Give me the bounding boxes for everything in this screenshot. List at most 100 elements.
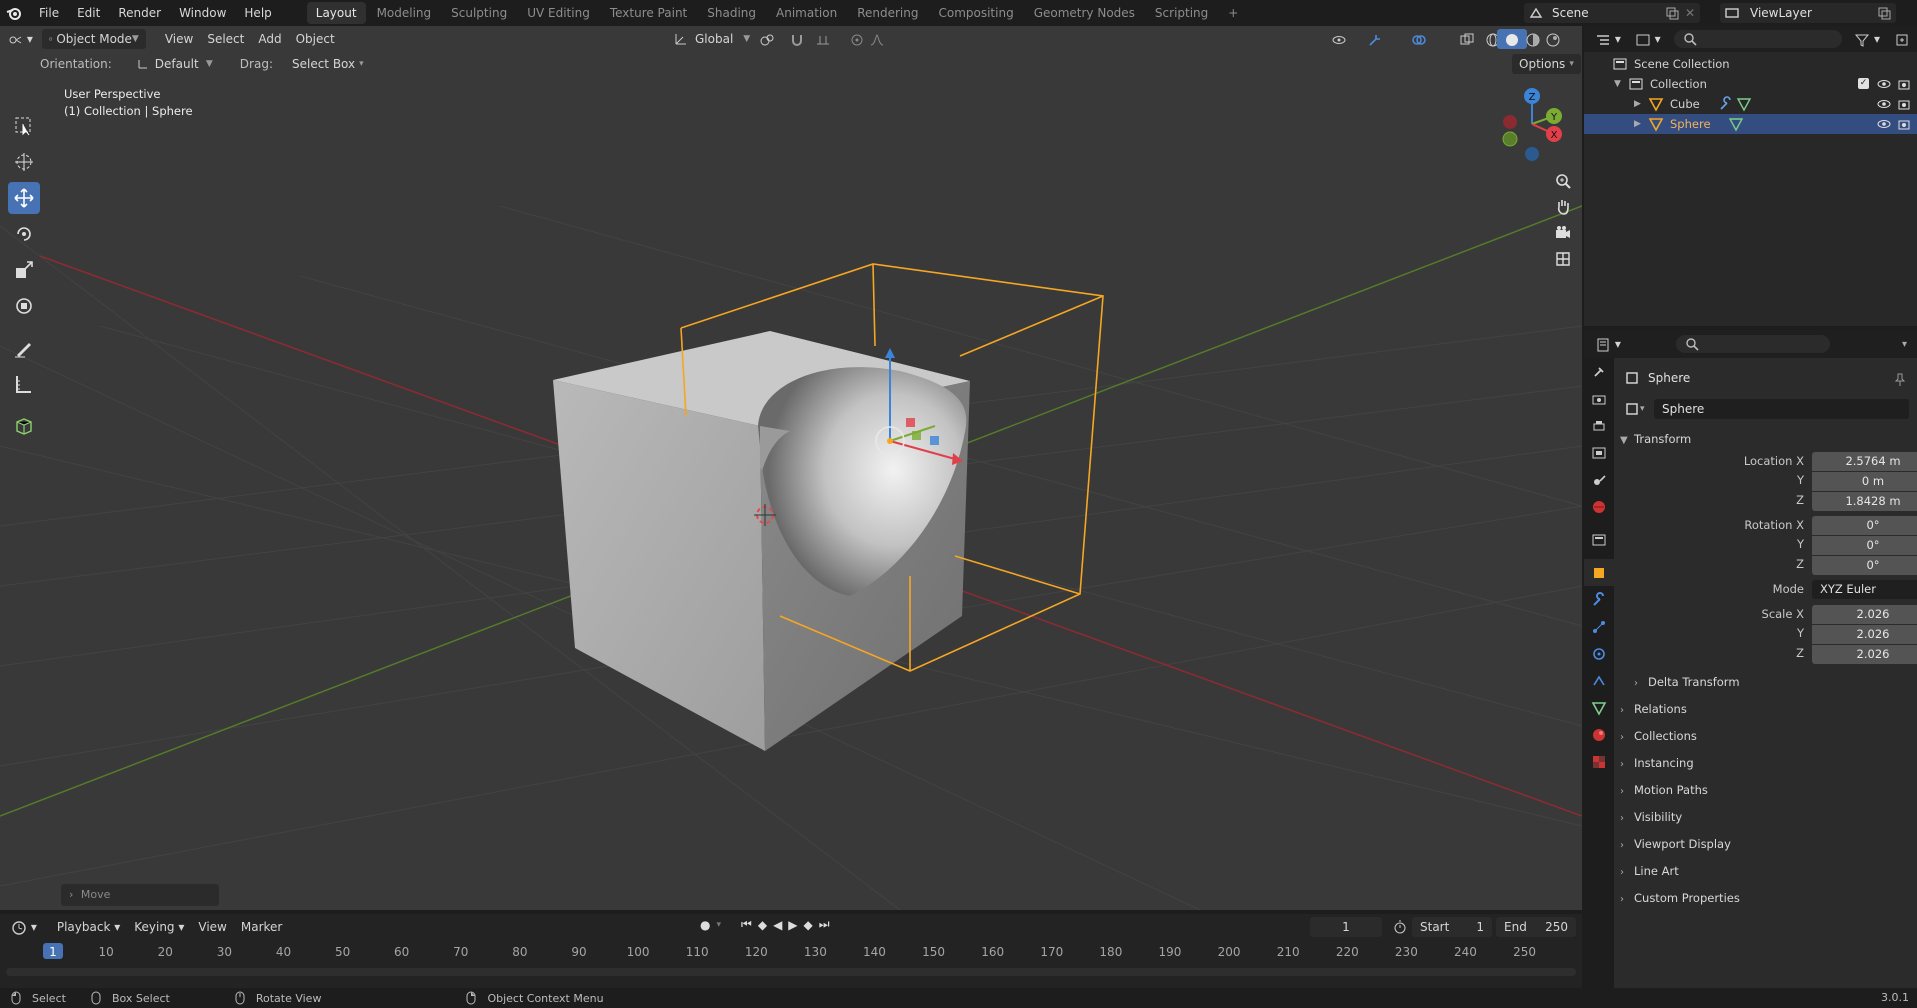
copy-view-layer-icon[interactable] bbox=[1876, 5, 1892, 21]
record-button[interactable]: ● bbox=[700, 918, 710, 932]
custom-properties-panel-header[interactable]: › Custom Properties bbox=[1620, 887, 1910, 909]
tab-constraints[interactable] bbox=[1584, 667, 1614, 694]
tab-rendering[interactable]: Rendering bbox=[848, 2, 927, 24]
visibility-panel-header[interactable]: › Visibility bbox=[1620, 806, 1910, 828]
eye-icon[interactable] bbox=[1876, 76, 1892, 92]
visibility-dropdown[interactable] bbox=[1324, 29, 1354, 49]
collections-panel-header[interactable]: › Collections bbox=[1620, 725, 1910, 747]
play-button[interactable]: ▶ bbox=[788, 918, 797, 932]
tab-view-layer[interactable] bbox=[1584, 439, 1614, 466]
motion-paths-panel-header[interactable]: › Motion Paths bbox=[1620, 779, 1910, 801]
camera-view-button[interactable] bbox=[1550, 220, 1576, 246]
menu-help[interactable]: Help bbox=[235, 0, 280, 26]
menu-add[interactable]: Add bbox=[251, 29, 288, 49]
location-x-field[interactable]: 2.5764 m bbox=[1812, 452, 1917, 471]
ortho-toggle-button[interactable] bbox=[1550, 246, 1576, 272]
tab-modifiers[interactable] bbox=[1584, 586, 1614, 613]
rotation-x-field[interactable]: 0° bbox=[1812, 516, 1917, 535]
expand-right-icon[interactable]: ▶ bbox=[1634, 114, 1641, 134]
menu-playback[interactable]: Playback ▾ bbox=[50, 917, 127, 937]
render-camera-icon[interactable] bbox=[1896, 76, 1912, 92]
tab-shading[interactable]: Shading bbox=[698, 2, 765, 24]
expand-right-icon[interactable]: ▶ bbox=[1634, 94, 1641, 114]
tool-select-box[interactable] bbox=[8, 110, 40, 142]
tool-scale[interactable] bbox=[8, 254, 40, 286]
prev-keyframe-button[interactable]: ◆ bbox=[758, 918, 767, 932]
view-layer-selector[interactable]: ViewLayer bbox=[1720, 3, 1896, 23]
tab-world[interactable] bbox=[1584, 493, 1614, 520]
jump-end-button[interactable]: ⏭ bbox=[819, 917, 830, 932]
overlays-toggle[interactable] bbox=[1404, 29, 1434, 49]
tab-sculpting[interactable]: Sculpting bbox=[442, 2, 516, 24]
outliner-row-scene-collection[interactable]: Scene Collection bbox=[1584, 54, 1917, 74]
chevron-down-icon[interactable]: ▾ bbox=[1902, 339, 1907, 350]
render-camera-icon[interactable] bbox=[1896, 116, 1912, 132]
play-reverse-button[interactable]: ◀ bbox=[773, 918, 782, 932]
scale-x-field[interactable]: 2.026 bbox=[1812, 605, 1917, 624]
tab-scene[interactable] bbox=[1584, 466, 1614, 493]
timeline-scrollbar[interactable] bbox=[6, 968, 1576, 976]
timeline-ruler[interactable]: 1 10 20 30 40 50 60 70 80 90 100 110 120 130 140 150 160… bbox=[0, 940, 1582, 962]
scale-z-field[interactable]: 2.026 bbox=[1812, 645, 1917, 664]
tab-geometry-nodes[interactable]: Geometry Nodes bbox=[1025, 2, 1144, 24]
menu-timeline-view[interactable]: View bbox=[191, 917, 233, 937]
menu-file[interactable]: File bbox=[30, 0, 68, 26]
datablock-type-button[interactable]: ▾ bbox=[1624, 401, 1650, 417]
end-frame-field[interactable]: End 250 bbox=[1496, 917, 1576, 937]
rotation-mode-dropdown[interactable]: XYZ Euler ▾ bbox=[1812, 580, 1917, 599]
outliner-editor-type-button[interactable]: ▾ bbox=[1588, 29, 1628, 49]
object-name-field[interactable]: Sphere bbox=[1654, 399, 1909, 419]
tab-scripting[interactable]: Scripting bbox=[1146, 2, 1217, 24]
options-dropdown[interactable]: Options ▾ bbox=[1512, 54, 1581, 74]
zoom-button[interactable] bbox=[1550, 168, 1576, 194]
eye-icon[interactable] bbox=[1876, 96, 1892, 112]
tab-particles[interactable] bbox=[1584, 613, 1614, 640]
exclude-checkbox[interactable]: ✓ bbox=[1858, 78, 1869, 89]
location-z-field[interactable]: 1.8428 m bbox=[1812, 492, 1917, 511]
menu-marker[interactable]: Marker bbox=[234, 917, 289, 937]
tab-tool[interactable] bbox=[1584, 358, 1614, 385]
pin-icon[interactable] bbox=[1892, 372, 1908, 388]
tab-texture[interactable] bbox=[1584, 748, 1614, 775]
tab-output[interactable] bbox=[1584, 412, 1614, 439]
menu-select[interactable]: Select bbox=[200, 29, 251, 49]
eye-icon[interactable] bbox=[1876, 116, 1892, 132]
tab-render[interactable] bbox=[1584, 385, 1614, 412]
tab-compositing[interactable]: Compositing bbox=[929, 2, 1022, 24]
new-collection-button[interactable] bbox=[1887, 29, 1917, 49]
scale-y-field[interactable]: 2.026 bbox=[1812, 625, 1917, 644]
pivot-point-button[interactable] bbox=[752, 29, 782, 49]
expand-down-icon[interactable]: ▼ bbox=[1614, 74, 1621, 94]
copy-scene-icon[interactable] bbox=[1664, 5, 1680, 21]
transform-orientation-dropdown[interactable]: Global ▼ bbox=[666, 29, 757, 49]
last-operator-panel[interactable]: › Move bbox=[61, 884, 219, 906]
tool-rotate[interactable] bbox=[8, 218, 40, 250]
outliner-search-input[interactable] bbox=[1673, 30, 1842, 48]
tab-animation[interactable]: Animation bbox=[767, 2, 846, 24]
tab-layout[interactable]: Layout bbox=[306, 2, 366, 24]
relations-panel-header[interactable]: › Relations bbox=[1620, 698, 1910, 720]
instancing-panel-header[interactable]: › Instancing bbox=[1620, 752, 1910, 774]
tab-uv-editing[interactable]: UV Editing bbox=[518, 2, 599, 24]
drag-dropdown[interactable]: Select Box ▾ bbox=[285, 54, 371, 74]
menu-edit[interactable]: Edit bbox=[68, 0, 109, 26]
tool-cursor[interactable] bbox=[8, 146, 40, 178]
object-mode-dropdown[interactable]: Object Mode ▼ bbox=[41, 29, 146, 49]
properties-search-input[interactable] bbox=[1675, 335, 1830, 353]
tab-texture-paint[interactable]: Texture Paint bbox=[601, 2, 696, 24]
3d-viewport[interactable]: ▾ Object Mode ▼ View Select Add Object G… bbox=[0, 26, 1582, 910]
delta-transform-panel-header[interactable]: › Delta Transform bbox=[1634, 671, 1910, 693]
tab-material[interactable] bbox=[1584, 721, 1614, 748]
preview-range-toggle[interactable] bbox=[1392, 919, 1408, 935]
start-frame-field[interactable]: Start 1 bbox=[1412, 917, 1492, 937]
timeline-editor-type-button[interactable]: ▾ bbox=[4, 917, 44, 937]
snap-target-dropdown[interactable] bbox=[808, 29, 838, 49]
outliner-row-sphere[interactable]: ▶ Sphere bbox=[1584, 114, 1917, 134]
falloff-dropdown[interactable] bbox=[862, 29, 892, 49]
line-art-panel-header[interactable]: › Line Art bbox=[1620, 860, 1910, 882]
filter-dropdown[interactable]: ▾ bbox=[1847, 29, 1887, 49]
outliner-row-collection[interactable]: ▼ Collection ✓ bbox=[1584, 74, 1917, 94]
menu-window[interactable]: Window bbox=[170, 0, 235, 26]
rendered-shading-button[interactable] bbox=[1538, 29, 1568, 49]
scene-selector[interactable]: Scene ✕ bbox=[1524, 3, 1700, 23]
